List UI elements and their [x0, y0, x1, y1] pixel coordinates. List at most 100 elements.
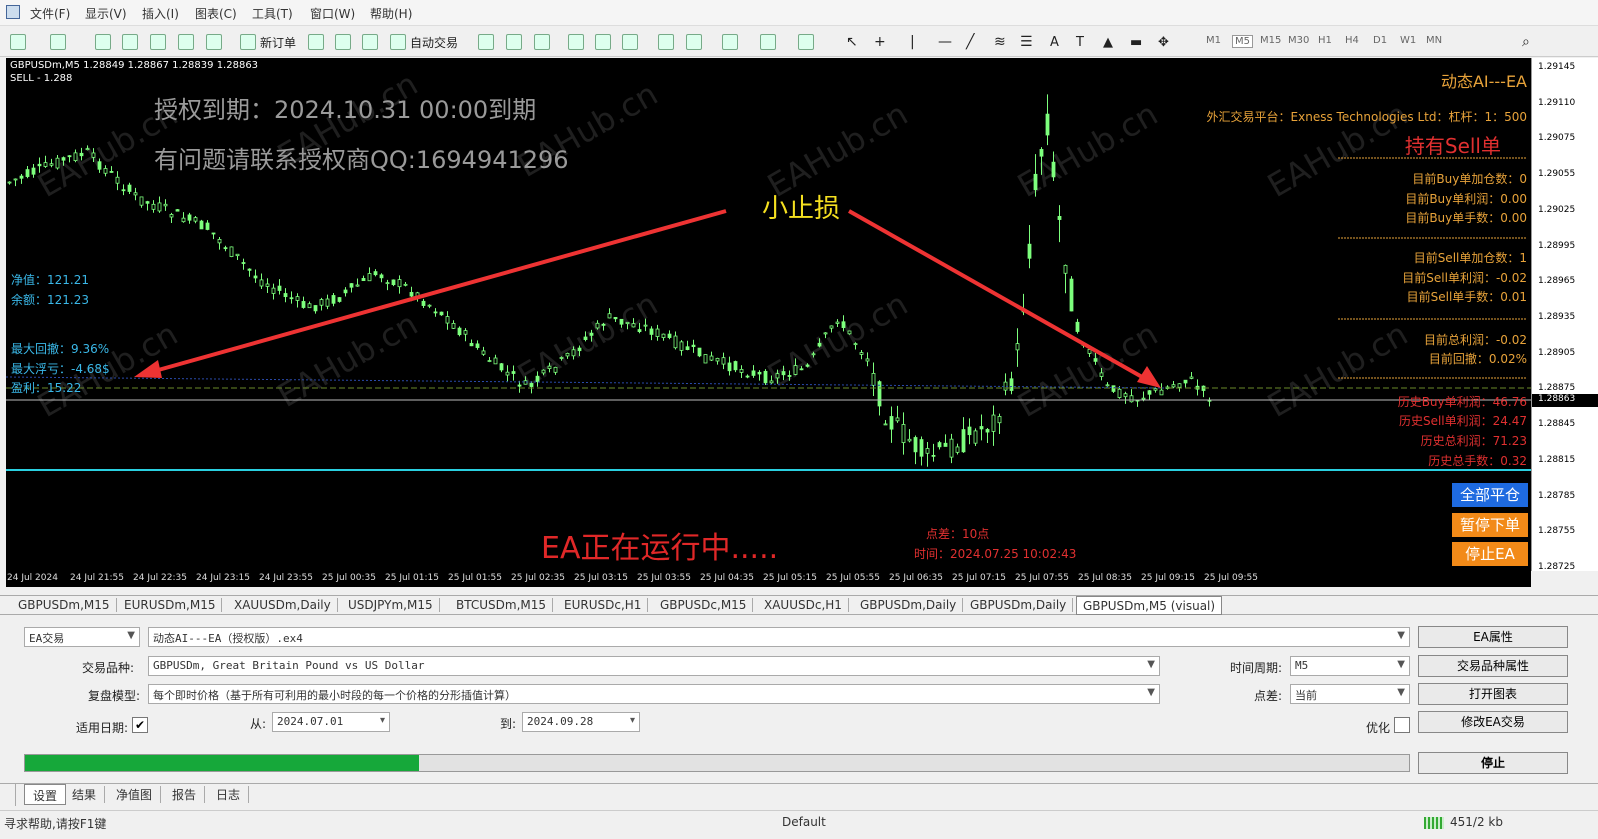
fibo-button[interactable]: ☰ — [1020, 31, 1033, 53]
tester-button[interactable] — [206, 31, 222, 53]
candle-body — [1093, 358, 1098, 362]
chart-tab[interactable]: EURUSDc,H1 — [558, 598, 649, 612]
zoom-out-button[interactable] — [595, 31, 611, 53]
chart-tab[interactable]: GBPUSDc,M15 — [654, 598, 754, 612]
new-chart-button[interactable] — [10, 31, 26, 53]
terminal-button[interactable] — [178, 31, 194, 53]
bar-chart-button[interactable] — [478, 31, 494, 53]
line-chart-button[interactable] — [534, 31, 550, 53]
chart-tab[interactable]: GBPUSDm,M5 (visual) — [1076, 596, 1223, 615]
period-select[interactable]: M5 ▼ — [1290, 656, 1410, 676]
channel-button[interactable]: ≋ — [994, 31, 1006, 53]
label-button[interactable]: T — [1076, 31, 1084, 53]
zoom-in-button[interactable] — [568, 31, 584, 53]
favorites-button[interactable] — [150, 31, 166, 53]
periods-button[interactable] — [760, 31, 776, 53]
pause-orders-button[interactable]: 暂停下单 — [1452, 513, 1528, 537]
timeframe-w1[interactable]: W1 — [1400, 35, 1416, 46]
candle-body — [799, 368, 804, 371]
timeframe-m15[interactable]: M15 — [1260, 35, 1281, 46]
price-chart[interactable]: EAHub.cn EAHub.cn EAHub.cn EAHub.cn EAHub.cn… — [6, 58, 1531, 571]
market-button[interactable] — [362, 31, 378, 53]
trendline-button[interactable]: ╱ — [966, 31, 974, 53]
menu-view[interactable]: 显示(V) — [85, 5, 127, 22]
menu-file[interactable]: 文件(F) — [30, 5, 70, 22]
stop-button[interactable]: 停止 — [1418, 752, 1568, 774]
candle-chart-button[interactable] — [506, 31, 522, 53]
rectangle-button[interactable]: ▬ — [1130, 31, 1142, 53]
modify-ea-button[interactable]: 修改EA交易 — [1418, 711, 1568, 733]
hline-button[interactable]: — — [938, 31, 952, 53]
menu-chart[interactable]: 图表(C) — [195, 5, 237, 22]
arrow-shape-button[interactable]: ▲ — [1103, 31, 1113, 53]
timeframe-d1[interactable]: D1 — [1373, 35, 1387, 46]
candle-body — [247, 268, 252, 271]
chart-tab[interactable]: XAUUSDc,H1 — [758, 598, 849, 612]
clock-icon — [760, 34, 776, 50]
timeframe-h1[interactable]: H1 — [1318, 35, 1332, 46]
market-watch-button[interactable] — [95, 31, 111, 53]
chart-tab[interactable]: USDJPYm,M15 — [342, 598, 440, 612]
navigator-button[interactable] — [122, 31, 138, 53]
profiles-button[interactable] — [50, 31, 66, 53]
menu-tools[interactable]: 工具(T) — [252, 5, 293, 22]
tester-tab[interactable]: 报告 — [164, 786, 206, 803]
chart-tab[interactable]: GBPUSDm,Daily — [964, 598, 1074, 612]
auto-trade-button[interactable]: 自动交易 — [390, 31, 458, 53]
stop-ea-button[interactable]: 停止EA — [1452, 542, 1528, 566]
timeframe-m30[interactable]: M30 — [1288, 35, 1309, 46]
price-label: 1.28965 — [1538, 276, 1576, 287]
candle-body — [961, 429, 966, 453]
tester-tab[interactable]: 日志 — [208, 786, 250, 803]
chart-tab[interactable]: BTCUSDm,M15 — [450, 598, 554, 612]
chart-tab[interactable]: GBPUSDm,M15 — [12, 598, 117, 612]
candle-body — [691, 344, 696, 348]
tile-windows-button[interactable] — [622, 31, 638, 53]
tester-tab[interactable]: 结果 — [64, 786, 106, 803]
candle-body — [505, 371, 510, 376]
more-objects-button[interactable]: ✥ — [1158, 31, 1169, 53]
autoscroll-button[interactable] — [658, 31, 674, 53]
menu-insert[interactable]: 插入(I) — [142, 5, 179, 22]
open-chart-button[interactable]: 打开图表 — [1418, 683, 1568, 705]
crosshair-button[interactable]: + — [874, 31, 886, 53]
from-date-input[interactable]: 2024.07.01 ▾ — [272, 712, 390, 732]
ea-select[interactable]: 动态AI---EA（授权版）.ex4 ▼ — [148, 627, 1410, 647]
ea-title: 动态AI---EA — [1440, 72, 1527, 91]
close-all-button[interactable]: 全部平仓 — [1452, 483, 1528, 507]
tester-tab[interactable]: 设置 — [24, 784, 67, 805]
spread-select[interactable]: 当前 ▼ — [1290, 684, 1410, 704]
metaeditor-button[interactable] — [308, 31, 324, 53]
menu-window[interactable]: 窗口(W) — [310, 5, 355, 22]
optimize-checkbox[interactable] — [1394, 717, 1410, 733]
symbol-properties-button[interactable]: 交易品种属性 — [1418, 655, 1568, 677]
chart-tab[interactable]: EURUSDm,M15 — [118, 598, 223, 612]
calendar-icon: ▾ — [379, 715, 385, 726]
to-date-input[interactable]: 2024.09.28 ▾ — [522, 712, 640, 732]
tester-tab[interactable]: 净值图 — [108, 786, 162, 803]
candle-body — [7, 181, 12, 184]
text-button[interactable]: A — [1050, 31, 1059, 53]
menu-help[interactable]: 帮助(H) — [370, 5, 412, 22]
cursor-button[interactable]: ↖ — [846, 31, 858, 53]
chart-tab[interactable]: XAUUSDm,Daily — [228, 598, 338, 612]
price-label: 1.28785 — [1538, 490, 1576, 501]
model-select[interactable]: 每个即时价格（基于所有可利用的最小时段的每一个价格的分形插值计算） ▼ — [148, 684, 1160, 704]
vline-button[interactable]: | — [910, 31, 915, 53]
tester-type-select[interactable]: EA交易 ▼ — [24, 627, 140, 647]
templates-button[interactable] — [798, 31, 814, 53]
new-order-button[interactable]: 新订单 — [240, 31, 296, 53]
signals-button[interactable] — [335, 31, 351, 53]
timeframe-mn[interactable]: MN — [1426, 35, 1442, 46]
timeframe-h4[interactable]: H4 — [1345, 35, 1359, 46]
price-label: 1.29075 — [1538, 133, 1576, 144]
ea-properties-button[interactable]: EA属性 — [1418, 626, 1568, 648]
timeframe-m1[interactable]: M1 — [1206, 35, 1221, 46]
indicators-button[interactable] — [722, 31, 738, 53]
chart-tab[interactable]: GBPUSDm,Daily — [854, 598, 964, 612]
symbol-select[interactable]: GBPUSDm, Great Britain Pound vs US Dolla… — [148, 656, 1160, 676]
use-date-checkbox[interactable]: ✔ — [132, 717, 148, 733]
timeframe-m5[interactable]: M5 — [1232, 35, 1253, 48]
search-button[interactable]: ⌕ — [1522, 31, 1530, 53]
chart-shift-button[interactable] — [686, 31, 702, 53]
